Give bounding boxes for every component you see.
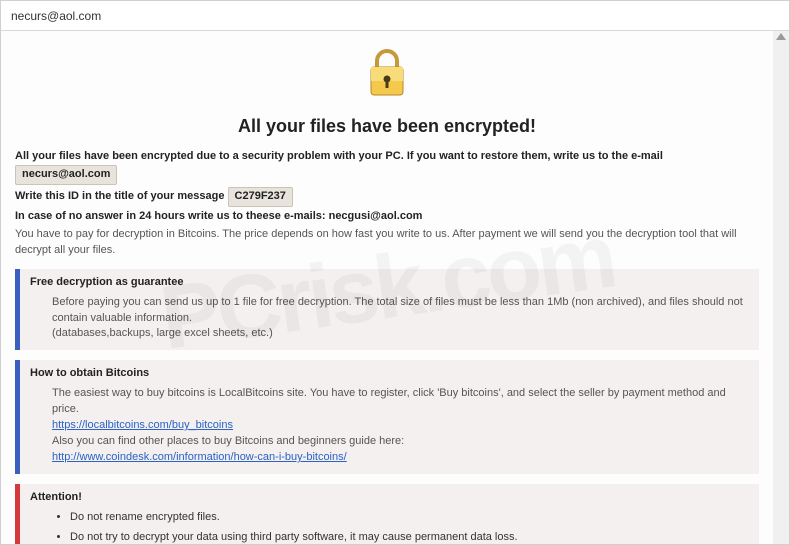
- lock-icon: [365, 47, 409, 99]
- intro-line-3: In case of no answer in 24 hours write u…: [15, 209, 759, 225]
- section-bitcoins-body: The easiest way to buy bitcoins is Local…: [30, 386, 749, 466]
- email-2: necgusi@aol.com: [329, 210, 423, 222]
- intro-line-1-text: All your files have been encrypted due t…: [15, 150, 663, 162]
- intro-line-2-text: Write this ID in the title of your messa…: [15, 190, 228, 202]
- window-title: necurs@aol.com: [11, 9, 101, 23]
- app-window: necurs@aol.com PCrisk.com All your files…: [0, 0, 790, 545]
- free-body-2: (databases,backups, large excel sheets, …: [52, 326, 749, 342]
- header-block: All your files have been encrypted!: [15, 41, 759, 139]
- bitcoins-body-2: Also you can find other places to buy Bi…: [52, 434, 749, 450]
- headline: All your files have been encrypted!: [15, 113, 759, 139]
- content-wrap: PCrisk.com All your files have been encr…: [1, 31, 789, 544]
- scrollbar[interactable]: [773, 31, 789, 544]
- section-free-decryption: Free decryption as guarantee Before payi…: [15, 269, 759, 351]
- section-attention: Attention! Do not rename encrypted files…: [15, 484, 759, 544]
- section-attention-title: Attention!: [30, 490, 749, 506]
- intro-line-3-prefix: In case of no answer in 24 hours write u…: [15, 210, 329, 222]
- section-free-title: Free decryption as guarantee: [30, 275, 749, 291]
- email-badge-1: necurs@aol.com: [15, 165, 117, 185]
- intro-line-2: Write this ID in the title of your messa…: [15, 187, 759, 207]
- attention-item: Do not rename encrypted files.: [70, 510, 749, 526]
- attention-item: Do not try to decrypt your data using th…: [70, 530, 749, 544]
- free-body-1: Before paying you can send us up to 1 fi…: [52, 295, 749, 327]
- intro-line-1: All your files have been encrypted due t…: [15, 149, 759, 185]
- section-free-body: Before paying you can send us up to 1 fi…: [30, 295, 749, 343]
- bitcoins-link-1[interactable]: https://localbitcoins.com/buy_bitcoins: [52, 419, 233, 431]
- section-bitcoins: How to obtain Bitcoins The easiest way t…: [15, 360, 759, 474]
- id-badge: C279F237: [228, 187, 293, 207]
- section-bitcoins-title: How to obtain Bitcoins: [30, 366, 749, 382]
- bitcoins-link-2[interactable]: http://www.coindesk.com/information/how-…: [52, 451, 347, 463]
- titlebar: necurs@aol.com: [1, 1, 789, 31]
- intro-line-4: You have to pay for decryption in Bitcoi…: [15, 227, 759, 259]
- bitcoins-body-1: The easiest way to buy bitcoins is Local…: [52, 386, 749, 418]
- attention-list: Do not rename encrypted files. Do not tr…: [52, 510, 749, 544]
- content: PCrisk.com All your files have been encr…: [1, 31, 773, 544]
